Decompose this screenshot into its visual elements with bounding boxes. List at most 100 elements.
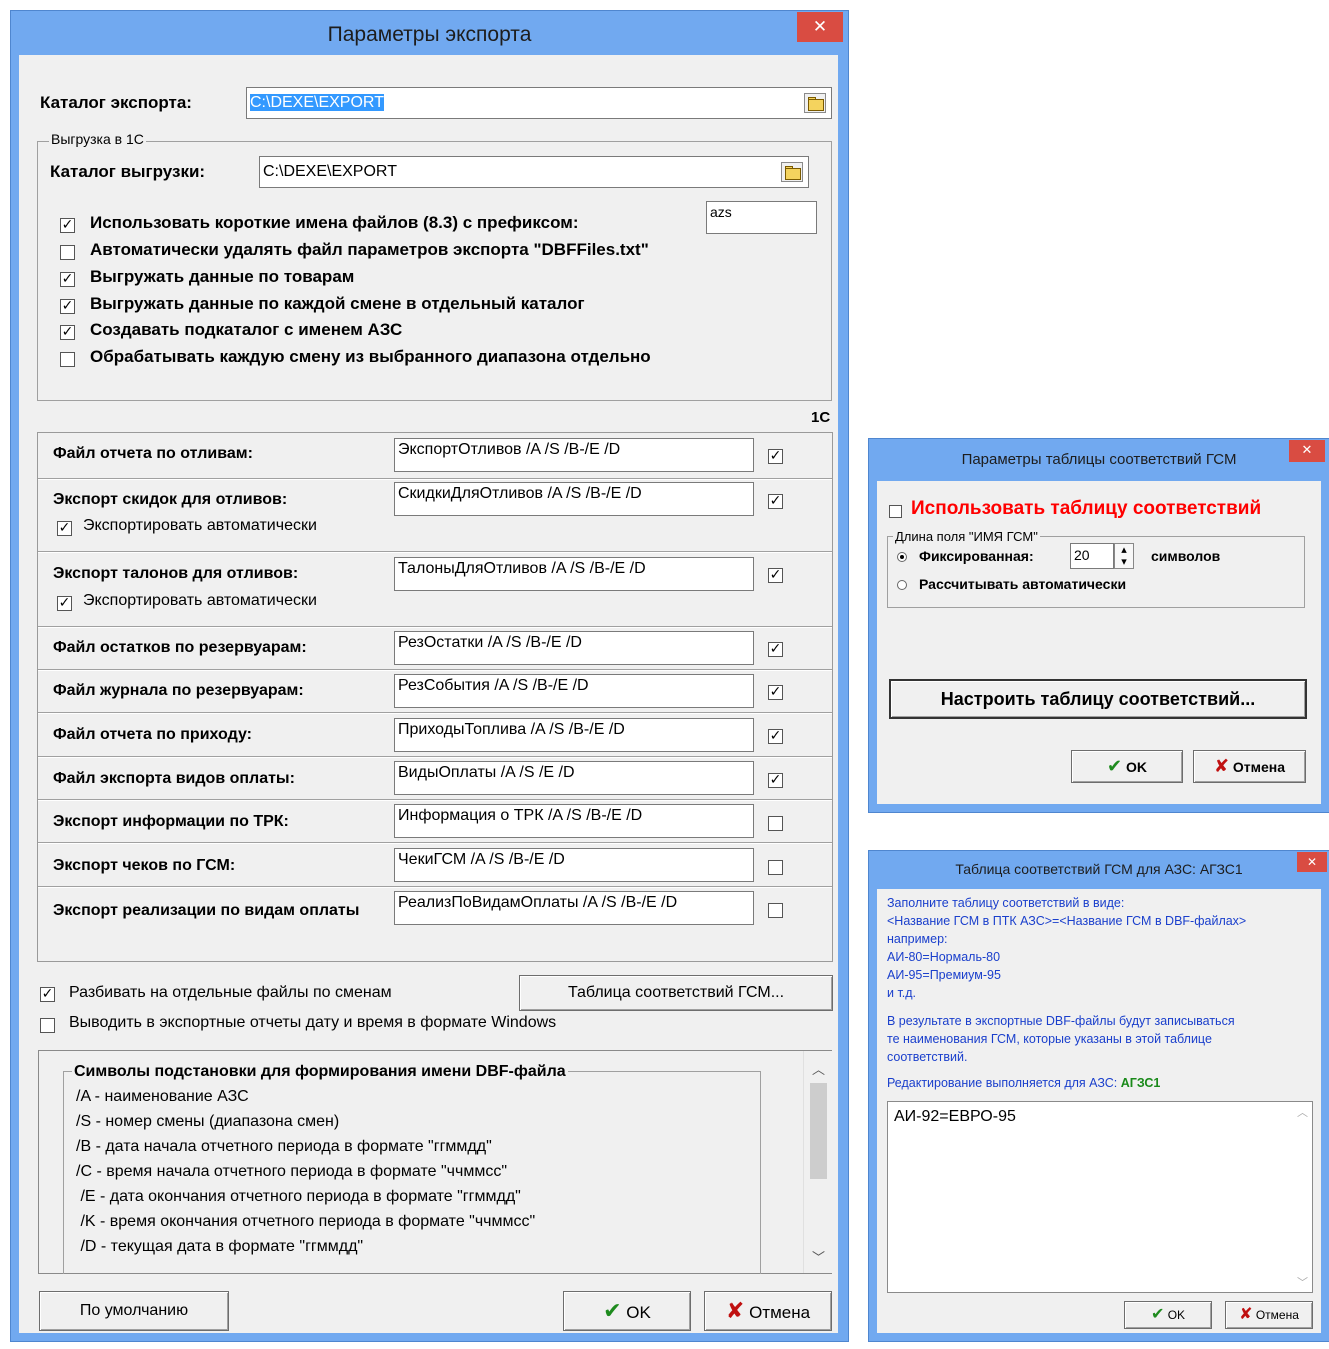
row-value: РезСобытия /A /S /B-/E /D	[398, 677, 589, 694]
row-label: Экспорт талонов для отливов:	[53, 565, 299, 582]
fixed-length-value: 20	[1074, 547, 1090, 563]
gsm-table-client: Заполните таблицу соответствий в виде: <…	[877, 889, 1321, 1333]
default-button[interactable]: По умолчанию	[39, 1291, 229, 1331]
auto-delete-checkbox[interactable]	[60, 245, 75, 260]
upload-catalog-input[interactable]: C:\DEXE\EXPORT	[259, 156, 809, 188]
row-input[interactable]: ЧекиГСМ /A /S /B-/E /D	[394, 848, 754, 882]
export-catalog-label: Каталог экспорта:	[40, 93, 192, 112]
symbol-item: /K - время окончания отчетного периода в…	[76, 1213, 536, 1230]
row-separator	[38, 551, 832, 553]
row-label: Файл отчета по приходу:	[53, 726, 252, 743]
fixed-length-input[interactable]: 20	[1070, 543, 1114, 569]
info-line: АИ-95=Премиум-95	[887, 968, 1001, 982]
info-line: АИ-80=Нормаль-80	[887, 950, 1001, 964]
row-input[interactable]: РезОстатки /A /S /B-/E /D	[394, 631, 754, 665]
row-label: Экспорт чеков по ГСМ:	[53, 857, 236, 874]
export-catalog-input[interactable]: C:\DEXE\EXPORT	[246, 87, 832, 119]
symbol-item: /B - дата начала отчетного периода в фор…	[76, 1138, 492, 1155]
each-shift-label: Обрабатывать каждую смену из выбранного …	[90, 347, 651, 366]
fixed-radio[interactable]	[897, 552, 907, 562]
info-line: Заполните таблицу соответствий в виде:	[887, 896, 1125, 910]
row-input[interactable]: ВидыОплаты /A /S /E /D	[394, 761, 754, 795]
prefix-input[interactable]: azs	[706, 201, 817, 234]
textarea-scroll-up-icon[interactable]: ︿	[1297, 1104, 1308, 1120]
each-shift-checkbox[interactable]	[60, 352, 75, 367]
row-input[interactable]: РеализПоВидамОплаты /A /S /B-/E /D	[394, 891, 754, 925]
cancel-button[interactable]: ✘ Отмена	[704, 1291, 832, 1331]
gsm-params-cancel-button[interactable]: ✘ Отмена	[1193, 750, 1306, 783]
row-input[interactable]: ПриходыТоплива /A /S /B-/E /D	[394, 718, 754, 752]
ok-button[interactable]: ✔ OK	[563, 1291, 691, 1331]
row-value: Информация о ТРК /A /S /B-/E /D	[398, 807, 643, 824]
textarea-scroll-down-icon[interactable]: ﹀	[1297, 1274, 1308, 1290]
split-shifts-checkbox[interactable]: ✓	[40, 987, 55, 1002]
row-1c-checkbox[interactable]: ✓	[768, 642, 783, 657]
gsm-table-cancel-button[interactable]: ✘ Отмена	[1225, 1301, 1313, 1329]
row-1c-checkbox[interactable]: ✓	[768, 729, 783, 744]
gsm-params-ok-button[interactable]: ✔ OK	[1071, 750, 1183, 783]
gsm-table-ok-button[interactable]: ✔ OK	[1124, 1301, 1212, 1329]
scroll-down-icon[interactable]: ﹀	[812, 1247, 825, 1266]
per-shift-dir-checkbox[interactable]: ✓	[60, 299, 75, 314]
configure-table-button[interactable]: Настроить таблицу соответствий...	[889, 679, 1307, 719]
auto-export-checkbox[interactable]: ✓	[57, 521, 72, 536]
row-label: Экспорт скидок для отливов:	[53, 491, 288, 508]
mapping-textarea[interactable]: АИ-92=ЕВРО-95 ︿ ﹀	[887, 1101, 1313, 1293]
symbol-item: /A - наименование АЗС	[76, 1088, 249, 1105]
row-1c-checkbox[interactable]: ✓	[768, 494, 783, 509]
scroll-thumb[interactable]	[810, 1083, 827, 1179]
row-1c-checkbox[interactable]: ✓	[768, 568, 783, 583]
windows-datetime-checkbox[interactable]	[40, 1018, 55, 1033]
result-line: В результате в экспортные DBF-файлы буду…	[887, 1014, 1235, 1028]
symbol-item: /E - дата окончания отчетного периода в …	[76, 1188, 521, 1205]
auto-radio[interactable]	[897, 580, 907, 590]
cancel-x-icon: ✘	[1239, 1306, 1253, 1323]
prefix-value: azs	[710, 204, 732, 220]
close-button[interactable]: ✕	[797, 12, 843, 42]
cancel-x-icon: ✘	[1213, 756, 1230, 776]
row-1c-checkbox[interactable]	[768, 903, 783, 918]
row-label: Файл экспорта видов оплаты:	[53, 770, 295, 787]
row-label: Файл отчета по отливам:	[53, 445, 253, 462]
gsm-table-button[interactable]: Таблица соответствий ГСМ...	[519, 975, 833, 1011]
spinner-icon[interactable]: ▴ ▾	[1114, 543, 1134, 569]
row-value: ТалоныДляОтливов /A /S /B-/E /D	[398, 560, 646, 577]
row-value: ПриходыТоплива /A /S /B-/E /D	[398, 721, 625, 738]
auto-label: Рассчитывать автоматически	[919, 576, 1127, 592]
row-1c-checkbox[interactable]: ✓	[768, 773, 783, 788]
row-1c-checkbox[interactable]	[768, 860, 783, 875]
browse-folder-icon[interactable]	[804, 93, 826, 113]
scroll-up-icon[interactable]: ︿	[812, 1059, 825, 1078]
auto-export-checkbox[interactable]: ✓	[57, 596, 72, 611]
use-table-checkbox[interactable]	[889, 505, 902, 518]
gsm-table-window: Таблица соответствий ГСМ для АЗС: АГЗС1 …	[868, 850, 1329, 1342]
result-line: соответствий.	[887, 1050, 968, 1064]
row-label: Экспорт информации по ТРК:	[53, 813, 289, 830]
row-input[interactable]: ЭкспортОтливов /A /S /B-/E /D	[394, 438, 754, 472]
mapping-text: АИ-92=ЕВРО-95	[894, 1108, 1016, 1125]
row-input[interactable]: Информация о ТРК /A /S /B-/E /D	[394, 804, 754, 838]
row-separator	[38, 712, 832, 714]
gsm-params-close-button[interactable]: ✕	[1289, 440, 1325, 462]
row-1c-checkbox[interactable]: ✓	[768, 449, 783, 464]
upload-goods-checkbox[interactable]: ✓	[60, 272, 75, 287]
symbol-item: /D - текущая дата в формате "ггммдд"	[76, 1238, 364, 1255]
gsm-table-close-button[interactable]: ✕	[1297, 852, 1327, 872]
info-line: и т.д.	[887, 986, 917, 1000]
browse-upload-folder-icon[interactable]	[781, 162, 803, 182]
row-separator	[38, 886, 832, 888]
ok-check-icon: ✔	[1150, 1306, 1165, 1323]
row-value: СкидкиДляОтливов /A /S /B-/E /D	[398, 485, 642, 502]
gsm-params-client: Использовать таблицу соответствий Длина …	[877, 481, 1321, 804]
ok-check-icon: ✔	[1107, 756, 1123, 776]
row-1c-checkbox[interactable]: ✓	[768, 685, 783, 700]
row-input[interactable]: СкидкиДляОтливов /A /S /B-/E /D	[394, 482, 754, 516]
fixed-label: Фиксированная:	[919, 548, 1034, 564]
symbols-scrollbar[interactable]: ︿ ﹀	[803, 1051, 832, 1273]
row-input[interactable]: ТалоныДляОтливов /A /S /B-/E /D	[394, 557, 754, 591]
short-names-checkbox[interactable]: ✓	[60, 218, 75, 233]
row-separator	[38, 626, 832, 628]
row-1c-checkbox[interactable]	[768, 816, 783, 831]
row-input[interactable]: РезСобытия /A /S /B-/E /D	[394, 674, 754, 708]
station-subdir-checkbox[interactable]: ✓	[60, 325, 75, 340]
